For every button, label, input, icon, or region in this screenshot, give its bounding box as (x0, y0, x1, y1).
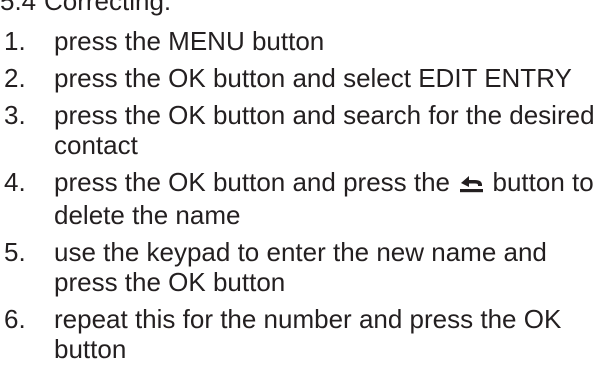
step-marker: 3. (4, 100, 26, 130)
section-heading: 5.4 Correcting: (0, 0, 171, 16)
step-text: press the OK button and search for the d… (54, 100, 595, 160)
step-text: repeat this for the number and press the… (54, 304, 562, 364)
step-item: 5. use the keypad to enter the new name … (0, 237, 600, 297)
step-item: 3. press the OK button and search for th… (0, 100, 600, 160)
step-marker: 1. (4, 26, 26, 56)
step-text: press the OK button and select EDIT ENTR… (54, 63, 572, 93)
steps-list: 1. press the MENU button 2. press the OK… (0, 26, 600, 371)
back-arrow-icon (459, 170, 485, 200)
step-marker: 2. (4, 63, 26, 93)
section-number: 5.4 (0, 0, 37, 16)
step-text: press the MENU button (54, 26, 325, 56)
step-marker: 5. (4, 237, 26, 267)
step-marker: 6. (4, 304, 26, 334)
step-marker: 4. (4, 167, 26, 197)
step-item: 6. repeat this for the number and press … (0, 304, 600, 364)
step-text: use the keypad to enter the new name and… (54, 237, 547, 297)
section-title: Correcting: (44, 0, 172, 16)
step-item: 1. press the MENU button (0, 26, 600, 56)
step-text: press the OK button and press the (54, 167, 451, 197)
step-item: 4. press the OK button and press the but… (0, 167, 600, 230)
manual-page: 5.4 Correcting: 1. press the MENU button … (0, 0, 608, 391)
step-item: 2. press the OK button and select EDIT E… (0, 63, 600, 93)
